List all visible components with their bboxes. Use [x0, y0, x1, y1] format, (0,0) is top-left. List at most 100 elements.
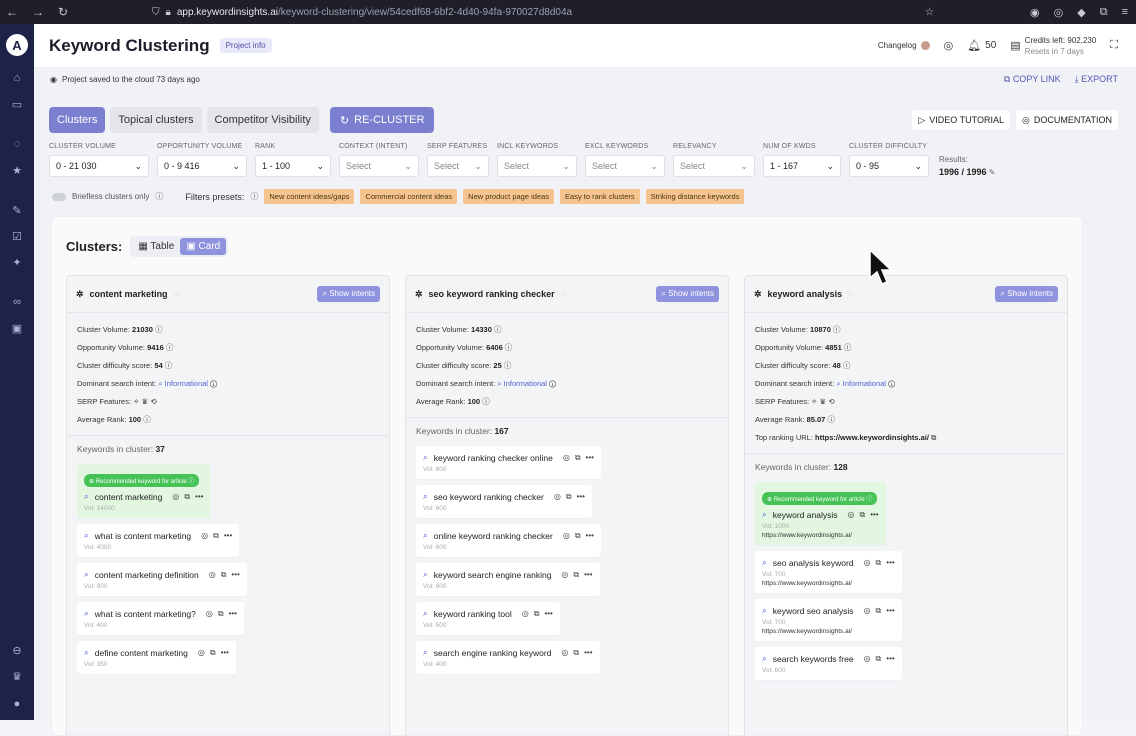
more-icon[interactable]: ••• — [584, 570, 592, 580]
table-view-button[interactable]: ▦ Table — [132, 238, 180, 255]
target-icon[interactable]: ◎ — [563, 531, 570, 541]
keyword-item[interactable]: ⌕ define content marketing ◎ ⧉ ••• Vol: 350 — [77, 641, 236, 674]
re-cluster-button[interactable]: ↻ RE-CLUSTER — [329, 107, 435, 133]
copy-icon[interactable]: ⧉ — [213, 531, 219, 541]
preset-chip[interactable]: Commercial content ideas — [360, 189, 458, 204]
top-url-value[interactable]: https://www.keywordinsights.ai/ — [815, 433, 929, 442]
pocket-icon[interactable]: ◉ — [1030, 6, 1040, 19]
keyword-item[interactable]: ⌕ what is content marketing ◎ ⧉ ••• Vol: 4000 — [77, 524, 240, 557]
target-icon[interactable]: ◎ — [172, 492, 179, 502]
menu-icon[interactable]: ≡ — [1122, 6, 1128, 19]
keyword-item[interactable]: ⌕ search engine ranking keyword ◎ ⧉ ••• Vol: … — [416, 641, 600, 674]
account-icon[interactable]: ◎ — [1054, 6, 1064, 19]
target-icon[interactable]: ◎ — [201, 531, 208, 541]
copy-icon[interactable]: ⧉ — [876, 654, 882, 664]
crown-icon[interactable]: ♛ — [7, 666, 27, 686]
target-icon[interactable]: ◎ — [864, 558, 871, 568]
more-icon[interactable]: ••• — [229, 609, 237, 619]
chat-icon[interactable]: ▣ — [7, 318, 27, 338]
more-icon[interactable]: ••• — [886, 558, 894, 568]
more-icon[interactable]: ••• — [195, 492, 203, 502]
show-intents-button[interactable]: ⌕ Show intents — [317, 286, 380, 302]
more-icon[interactable]: ••• — [586, 531, 594, 541]
more-icon[interactable]: ••• — [586, 453, 594, 463]
keyword-item[interactable]: ⌕ seo analysis keyword ◎ ⧉ ••• Vol: 700 https:… — [755, 551, 902, 593]
filter-select[interactable]: 1 - 167 ⌄ — [763, 155, 841, 177]
document-icon[interactable]: ▭ — [7, 94, 27, 114]
more-icon[interactable]: ••• — [886, 606, 894, 616]
project-info-button[interactable]: Project info — [219, 38, 272, 53]
video-tutorial-button[interactable]: ▷ VIDEO TUTORIAL — [912, 110, 1010, 130]
address-bar[interactable]: ⛉ 🔒︎ app.keywordinsights.ai/keyword-clus… — [144, 3, 934, 21]
filter-select[interactable]: Select ⌄ — [339, 155, 419, 177]
show-intents-button[interactable]: ⌕ Show intents — [656, 286, 719, 302]
keyword-item[interactable]: ⌕ content marketing definition ◎ ⧉ ••• Vol: 9… — [77, 563, 247, 596]
keyword-item[interactable]: ⌕ keyword ranking checker online ◎ ⧉ ••• Vol:… — [416, 446, 601, 479]
puzzle-icon[interactable]: ⧉ — [1100, 6, 1108, 19]
logout-icon[interactable]: ⊖ — [7, 640, 27, 660]
copy-icon[interactable]: ⧉ — [876, 606, 882, 616]
preset-chip[interactable]: New content ideas/gaps — [264, 189, 355, 204]
copy-icon[interactable]: ⧉ — [575, 453, 581, 463]
filter-select[interactable]: Select ⌄ — [673, 155, 755, 177]
copy-icon[interactable]: ⧉ — [931, 433, 936, 442]
keyword-url[interactable]: https://www.keywordinsights.ai/ — [762, 532, 879, 539]
copy-icon[interactable]: ⧉ — [210, 648, 216, 658]
briefless-toggle[interactable] — [52, 192, 66, 201]
copy-icon[interactable]: ⧉ — [876, 558, 882, 568]
card-view-button[interactable]: ▣ Card — [180, 238, 227, 255]
compass-icon[interactable]: ◌ — [7, 134, 27, 154]
keyword-item[interactable]: ⌕ keyword seo analysis ◎ ⧉ ••• Vol: 700 https:… — [755, 599, 902, 641]
show-intents-button[interactable]: ⌕ Show intents — [995, 286, 1058, 302]
fullscreen-icon[interactable]: ⛶ — [1110, 39, 1118, 52]
target-icon[interactable]: ◎ — [198, 648, 205, 658]
keyword-item[interactable]: ⌕ keyword search engine ranking ◎ ⧉ ••• Vol: … — [416, 563, 600, 596]
target-icon[interactable]: ◎ — [561, 570, 568, 580]
target-icon[interactable]: ◎ — [864, 654, 871, 664]
changelog-button[interactable]: Changelog — [878, 41, 930, 50]
more-icon[interactable]: ••• — [544, 609, 552, 619]
more-icon[interactable]: ••• — [870, 510, 878, 520]
export-button[interactable]: ⤓ EXPORT — [1075, 74, 1118, 85]
copy-link-button[interactable]: ⧉ COPY LINK — [1004, 74, 1061, 85]
target-icon[interactable]: ◎ — [209, 570, 216, 580]
cluster-name[interactable]: content marketing — [90, 289, 168, 299]
keyword-item[interactable]: ⊕ Recommended keyword for article ⓘ ⌕ cont… — [77, 464, 211, 518]
filter-select[interactable]: 0 - 9 416 ⌄ — [157, 155, 247, 177]
target-icon[interactable]: ◎ — [848, 510, 855, 520]
reload-icon[interactable]: ↻ — [58, 6, 68, 18]
keyword-item[interactable]: ⌕ what is content marketing? ◎ ⧉ ••• Vol: 400 — [77, 602, 244, 635]
target-icon[interactable]: ◎ — [563, 453, 570, 463]
target-icon[interactable]: ◎ — [864, 606, 871, 616]
preset-chip[interactable]: Easy to rank clusters — [560, 189, 640, 204]
tab-competitor-visibility[interactable]: Competitor Visibility — [206, 107, 319, 133]
user-icon[interactable]: ● — [7, 694, 27, 714]
target-icon[interactable]: ◎ — [206, 609, 213, 619]
tab-topical-clusters[interactable]: Topical clusters — [110, 107, 202, 133]
keyword-item[interactable]: ⊕ Recommended keyword for article ⓘ ⌕ keyw… — [755, 482, 886, 545]
filter-select[interactable]: 0 - 21 030 ⌄ — [49, 155, 149, 177]
filter-select[interactable]: Select ⌄ — [497, 155, 577, 177]
link-icon[interactable]: ∞ — [7, 292, 27, 312]
tab-clusters[interactable]: Clusters — [49, 107, 106, 133]
more-icon[interactable]: ••• — [221, 648, 229, 658]
copy-icon[interactable]: ⧉ — [573, 570, 579, 580]
more-icon[interactable]: ••• — [224, 531, 232, 541]
cluster-name[interactable]: keyword analysis — [768, 289, 843, 299]
more-icon[interactable]: ••• — [886, 654, 894, 664]
copy-icon[interactable]: ⧉ — [575, 531, 581, 541]
bookmark-star-icon[interactable]: ☆ — [925, 7, 934, 18]
target-icon[interactable]: ◎ — [561, 648, 568, 658]
target-icon[interactable]: ◎ — [522, 609, 529, 619]
notifications-button[interactable]: 🔔︎ 50 — [967, 39, 996, 52]
keyword-item[interactable]: ⌕ online keyword ranking checker ◎ ⧉ ••• Vol:… — [416, 524, 601, 557]
wand-icon[interactable]: ✦ — [7, 252, 27, 272]
preset-chip[interactable]: Striking distance keywords — [645, 189, 745, 204]
preset-chip[interactable]: New product page ideas — [463, 189, 555, 204]
copy-icon[interactable]: ⧉ — [859, 510, 865, 520]
support-icon[interactable]: ◎ — [944, 39, 954, 52]
more-icon[interactable]: ••• — [231, 570, 239, 580]
documentation-button[interactable]: ◎ DOCUMENTATION — [1015, 110, 1118, 130]
more-icon[interactable]: ••• — [577, 492, 585, 502]
back-icon[interactable]: ← — [6, 6, 18, 18]
